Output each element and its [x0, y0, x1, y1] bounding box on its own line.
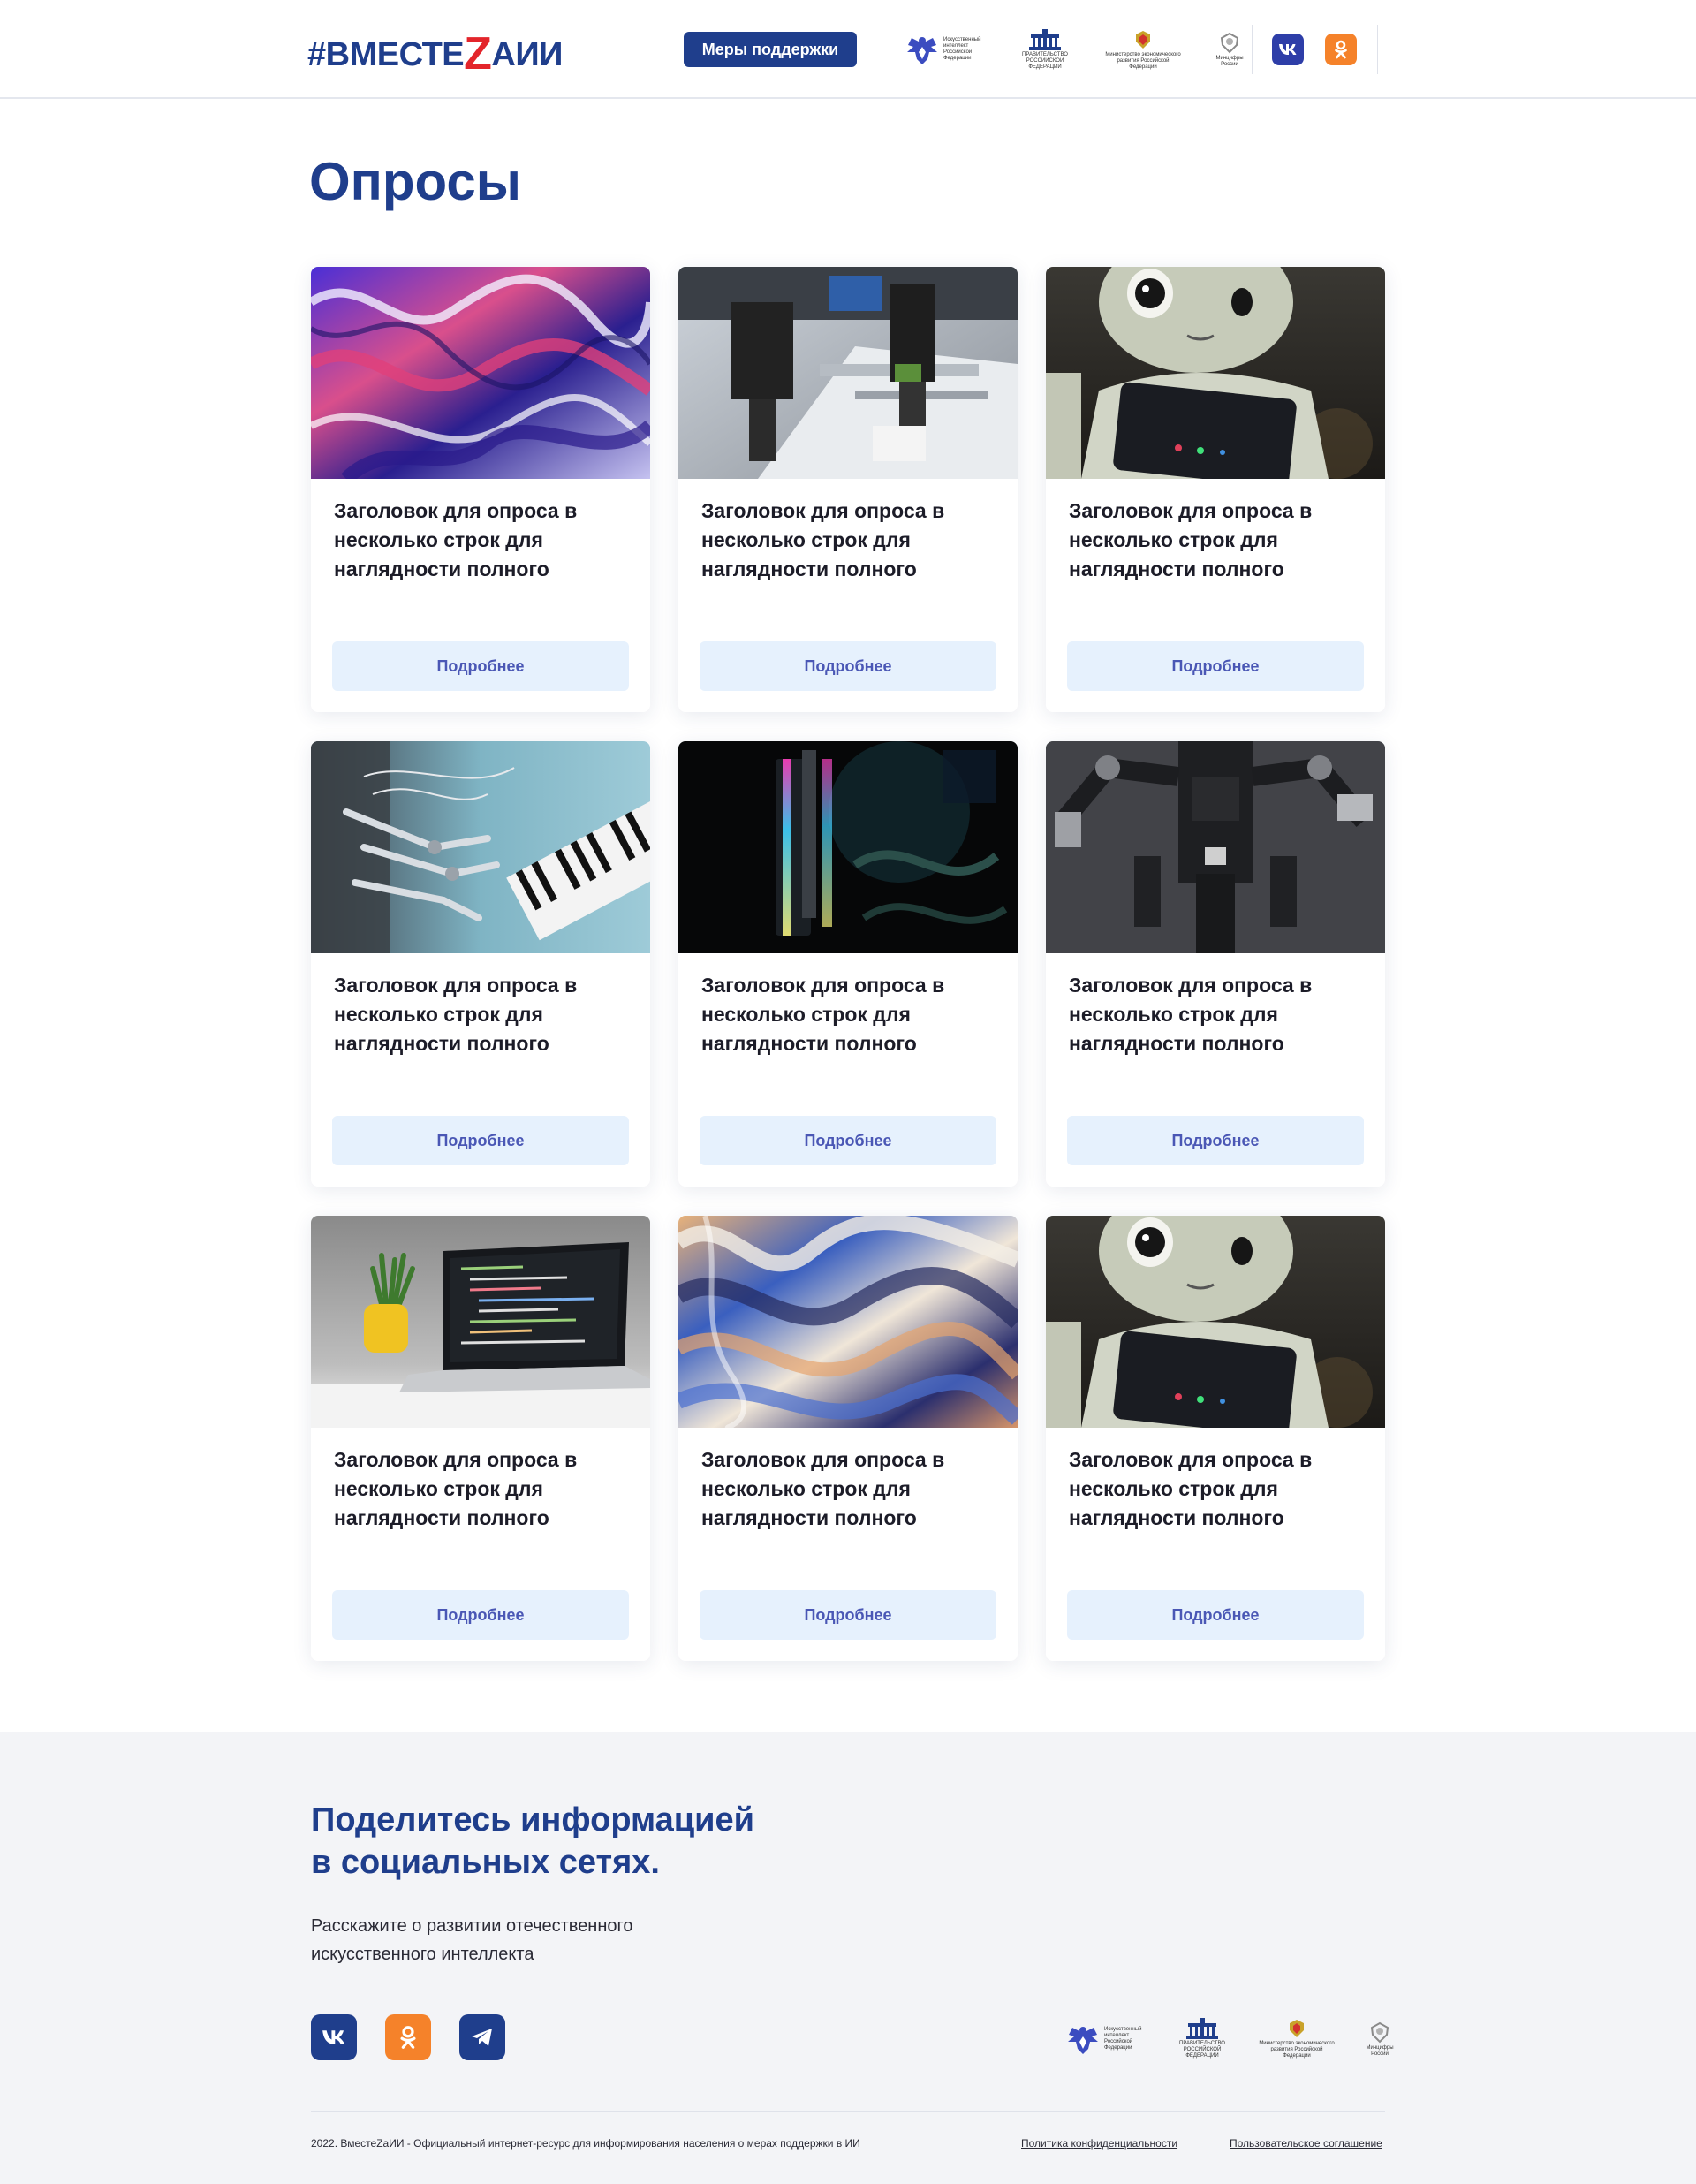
card-title: Заголовок для опроса в несколько строк д…	[334, 974, 578, 1055]
government-building-icon	[1029, 28, 1061, 50]
logo-suffix: АИИ	[491, 36, 563, 73]
org-ministry-digital[interactable]: Минцифры России	[1214, 31, 1246, 68]
details-button[interactable]: Подробнее	[332, 641, 629, 691]
survey-card[interactable]: Заголовок для опроса в несколько строк д…	[311, 741, 650, 1187]
survey-card[interactable]: Заголовок для опроса в несколько строк д…	[311, 267, 650, 712]
card-title: Заголовок для опроса в несколько строк д…	[1069, 1448, 1313, 1529]
card-title: Заголовок для опроса в несколько строк д…	[334, 1448, 578, 1529]
eagle-emblem-icon	[907, 37, 937, 64]
card-image-humanoid-robot	[1046, 267, 1385, 479]
org-ai-russia-text: Искусственный интеллект Российской Федер…	[1104, 2026, 1142, 2051]
vk-icon	[1279, 44, 1297, 55]
card-image-humanoid-robot	[1046, 1216, 1385, 1428]
survey-card[interactable]: Заголовок для опроса в несколько строк д…	[678, 267, 1018, 712]
details-button[interactable]: Подробнее	[700, 1590, 996, 1640]
card-image-robot-hand-piano	[311, 741, 650, 953]
header-divider	[1252, 25, 1253, 74]
odnoklassniki-button[interactable]	[1325, 34, 1357, 65]
ministry-digital-emblem-icon	[1220, 32, 1239, 54]
odnoklassniki-icon	[400, 2026, 416, 2049]
org-ministry-economy[interactable]: Министерство экономического развития Рос…	[1256, 2018, 1337, 2059]
share-subtitle-line1: Расскажите о развитии отечественного	[311, 1916, 633, 1936]
details-button[interactable]: Подробнее	[700, 1116, 996, 1165]
share-subtitle-line2: искусственного интеллекта	[311, 1945, 534, 1964]
footer-telegram-button[interactable]	[459, 2014, 505, 2060]
org-ministry-digital[interactable]: Минцифры России	[1364, 2021, 1396, 2058]
org-government[interactable]: ПРАВИТЕЛЬСТВО РОССИЙСКОЙ ФЕДЕРАЦИИ	[1018, 28, 1072, 71]
vk-button[interactable]	[1272, 34, 1304, 65]
org-ai-russia-text: Искусственный интеллект Российской Федер…	[943, 37, 981, 61]
survey-card[interactable]: Заголовок для опроса в несколько строк д…	[1046, 1216, 1385, 1661]
footer-odnoklassniki-button[interactable]	[385, 2014, 431, 2060]
share-title-line2: в социальных сетях.	[311, 1844, 660, 1881]
survey-card[interactable]: Заголовок для опроса в несколько строк д…	[678, 741, 1018, 1187]
card-image-mechanical-robot	[1046, 741, 1385, 953]
org-ministry-economy[interactable]: Министерство экономического развития Рос…	[1102, 29, 1184, 71]
card-title: Заголовок для опроса в несколько строк д…	[1069, 499, 1313, 580]
share-title-line1: Поделитесь информацией	[311, 1801, 755, 1839]
ministry-emblem-icon	[1290, 2020, 1304, 2037]
survey-card[interactable]: Заголовок для опроса в несколько строк д…	[311, 1216, 650, 1661]
partner-logos: Искусственный интеллект Российской Федер…	[905, 25, 1276, 74]
telegram-icon	[472, 2029, 492, 2046]
org-government-text: ПРАВИТЕЛЬСТВО РОССИЙСКОЙ ФЕДЕРАЦИИ	[1179, 2041, 1225, 2059]
org-ministry-digital-text: Минцифры России	[1366, 2044, 1394, 2057]
footer-partner-logos: Искусственный интеллект Российской Федер…	[1065, 2018, 1396, 2059]
org-ministry-digital-text: Минцифры России	[1215, 56, 1244, 67]
site-header: #ВМЕСТЕZАИИ Меры поддержки Искусственный…	[0, 0, 1696, 99]
details-button[interactable]: Подробнее	[1067, 1116, 1364, 1165]
share-title: Поделитесь информацией в социальных сетя…	[311, 1799, 841, 1884]
site-footer: Поделитесь информацией в социальных сетя…	[0, 1732, 1696, 2184]
details-button[interactable]: Подробнее	[1067, 1590, 1364, 1640]
card-title: Заголовок для опроса в несколько строк д…	[701, 499, 945, 580]
card-title: Заголовок для опроса в несколько строк д…	[701, 974, 945, 1055]
government-building-icon	[1186, 2018, 1218, 2039]
header-divider	[1377, 25, 1378, 74]
survey-card[interactable]: Заголовок для опроса в несколько строк д…	[1046, 741, 1385, 1187]
card-image-holographic-waves	[678, 1216, 1018, 1428]
support-measures-button[interactable]: Меры поддержки	[684, 32, 857, 67]
footer-divider	[311, 2111, 1385, 2112]
org-government[interactable]: ПРАВИТЕЛЬСТВО РОССИЙСКОЙ ФЕДЕРАЦИИ	[1175, 2018, 1230, 2059]
site-logo[interactable]: #ВМЕСТЕZАИИ	[307, 28, 563, 77]
card-title: Заголовок для опроса в несколько строк д…	[1069, 974, 1313, 1055]
odnoklassniki-icon	[1335, 40, 1347, 59]
org-government-text: ПРАВИТЕЛЬСТВО РОССИЙСКОЙ ФЕДЕРАЦИИ	[1022, 51, 1068, 70]
card-image-rgb-ram	[678, 741, 1018, 953]
share-subtitle: Расскажите о развитии отечественного иск…	[311, 1912, 682, 1968]
vk-icon	[322, 2030, 345, 2044]
ministry-emblem-icon	[1136, 30, 1150, 49]
survey-card[interactable]: Заголовок для опроса в несколько строк д…	[1046, 267, 1385, 712]
terms-of-use-link[interactable]: Пользовательское соглашение	[1230, 2136, 1382, 2150]
org-ai-russia[interactable]: Искусственный интеллект Российской Федер…	[905, 33, 988, 66]
privacy-policy-link[interactable]: Политика конфиденциальности	[1021, 2136, 1177, 2150]
survey-card[interactable]: Заголовок для опроса в несколько строк д…	[678, 1216, 1018, 1661]
ministry-digital-emblem-icon	[1370, 2021, 1389, 2043]
card-image-industrial-robot	[678, 267, 1018, 479]
copyright-text: 2022. ВместеZаИИ - Официальный интернет-…	[311, 2137, 860, 2150]
footer-vk-button[interactable]	[311, 2014, 357, 2060]
details-button[interactable]: Подробнее	[700, 641, 996, 691]
org-ministry-economy-text: Министерство экономического развития Рос…	[1259, 2041, 1335, 2059]
page-title: Опросы	[309, 152, 522, 211]
details-button[interactable]: Подробнее	[332, 1116, 629, 1165]
org-ai-russia[interactable]: Искусственный интеллект Российской Федер…	[1065, 2022, 1148, 2056]
card-title: Заголовок для опроса в несколько строк д…	[334, 499, 578, 580]
card-image-laptop-code	[311, 1216, 650, 1428]
org-ministry-economy-text: Министерство экономического развития Рос…	[1105, 51, 1181, 70]
eagle-emblem-icon	[1068, 2026, 1098, 2054]
card-image-fluid-abstract	[311, 267, 650, 479]
card-title: Заголовок для опроса в несколько строк д…	[701, 1448, 945, 1529]
logo-prefix: #ВМЕСТЕ	[307, 36, 465, 73]
logo-z-letter: Z	[464, 28, 492, 80]
details-button[interactable]: Подробнее	[1067, 641, 1364, 691]
surveys-grid: Заголовок для опроса в несколько строк д…	[311, 267, 1385, 1661]
details-button[interactable]: Подробнее	[332, 1590, 629, 1640]
